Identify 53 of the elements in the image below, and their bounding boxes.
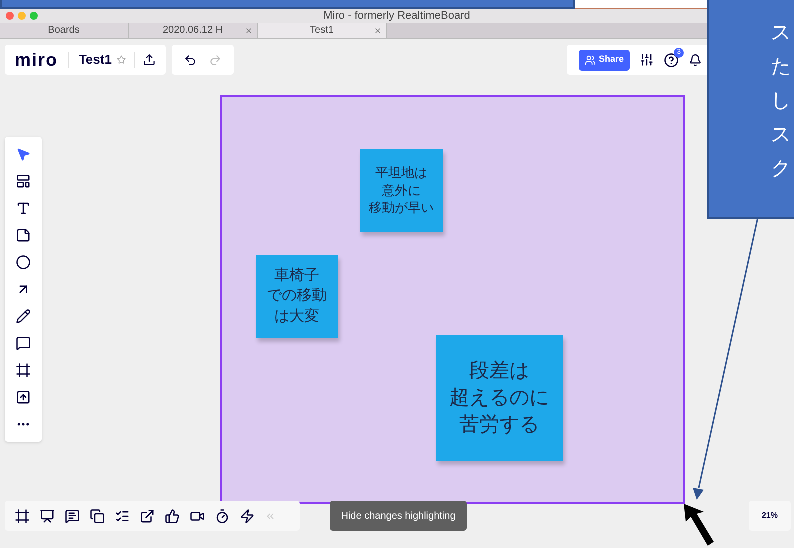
timer-icon[interactable]: [215, 508, 230, 524]
comment-icon[interactable]: [16, 336, 31, 351]
external-link-icon[interactable]: [140, 508, 155, 524]
browser-tab[interactable]: Test1: [258, 23, 387, 38]
logo[interactable]: miro: [15, 51, 58, 69]
text-icon[interactable]: [16, 201, 31, 216]
callout-text: た: [771, 55, 792, 80]
checklist-icon[interactable]: [115, 508, 130, 524]
callout-text: ク: [771, 157, 792, 182]
window-title: Miro - formerly RealtimeBoard: [324, 10, 470, 22]
help-icon[interactable]: [664, 52, 680, 68]
star-icon[interactable]: [116, 55, 126, 65]
callout-text: ス: [771, 123, 792, 148]
upload-icon[interactable]: [16, 390, 31, 405]
frame-icon[interactable]: [15, 508, 30, 524]
zoom-level[interactable]: 21%: [749, 501, 791, 531]
lightning-icon[interactable]: [240, 508, 255, 524]
settings-icon[interactable]: [640, 53, 654, 67]
template-icon[interactable]: [16, 174, 31, 189]
cards-icon[interactable]: [90, 508, 105, 524]
sticky-note-icon[interactable]: [16, 228, 31, 243]
users-icon: [585, 54, 596, 66]
note-text: 移動が早い: [369, 199, 434, 217]
note-text: 意外に: [382, 182, 421, 200]
sticky-note[interactable]: 段差は 超えるのに 苦労する: [436, 335, 563, 461]
note-text: 段差は: [470, 358, 530, 384]
thumbs-up-icon[interactable]: [165, 508, 180, 524]
callout-text: し: [771, 89, 792, 114]
presentation-icon[interactable]: [40, 508, 55, 524]
note-text: 苦労する: [460, 412, 540, 438]
note-text: は大変: [274, 306, 320, 327]
pointer-icon[interactable]: [16, 147, 31, 162]
sticky-note[interactable]: 車椅子 での移動 は大変: [256, 255, 338, 338]
close-tab-icon[interactable]: [374, 26, 382, 34]
frame-icon[interactable]: [16, 363, 31, 378]
share-button[interactable]: Share: [579, 50, 630, 70]
undo-icon[interactable]: [184, 54, 197, 66]
comment-icon[interactable]: [65, 508, 80, 524]
circle-icon[interactable]: [16, 255, 31, 270]
close-tab-icon[interactable]: [245, 26, 253, 34]
bell-icon[interactable]: [689, 54, 702, 66]
callout-text: ス: [771, 21, 792, 46]
note-text: 超えるのに: [450, 386, 550, 410]
browser-tab[interactable]: 2020.06.12 H: [129, 23, 258, 38]
note-text: 車椅子: [274, 266, 320, 286]
board-name[interactable]: Test1: [78, 50, 112, 70]
pencil-icon[interactable]: [16, 309, 31, 324]
upload-icon[interactable]: [143, 53, 156, 67]
browser-tab[interactable]: Boards: [0, 23, 129, 38]
sticky-note[interactable]: 平坦地は 意外に 移動が早い: [360, 149, 443, 232]
note-text: での移動: [267, 286, 327, 306]
tooltip: Hide changes highlighting: [330, 501, 467, 531]
note-text: 平坦地は: [376, 164, 428, 182]
